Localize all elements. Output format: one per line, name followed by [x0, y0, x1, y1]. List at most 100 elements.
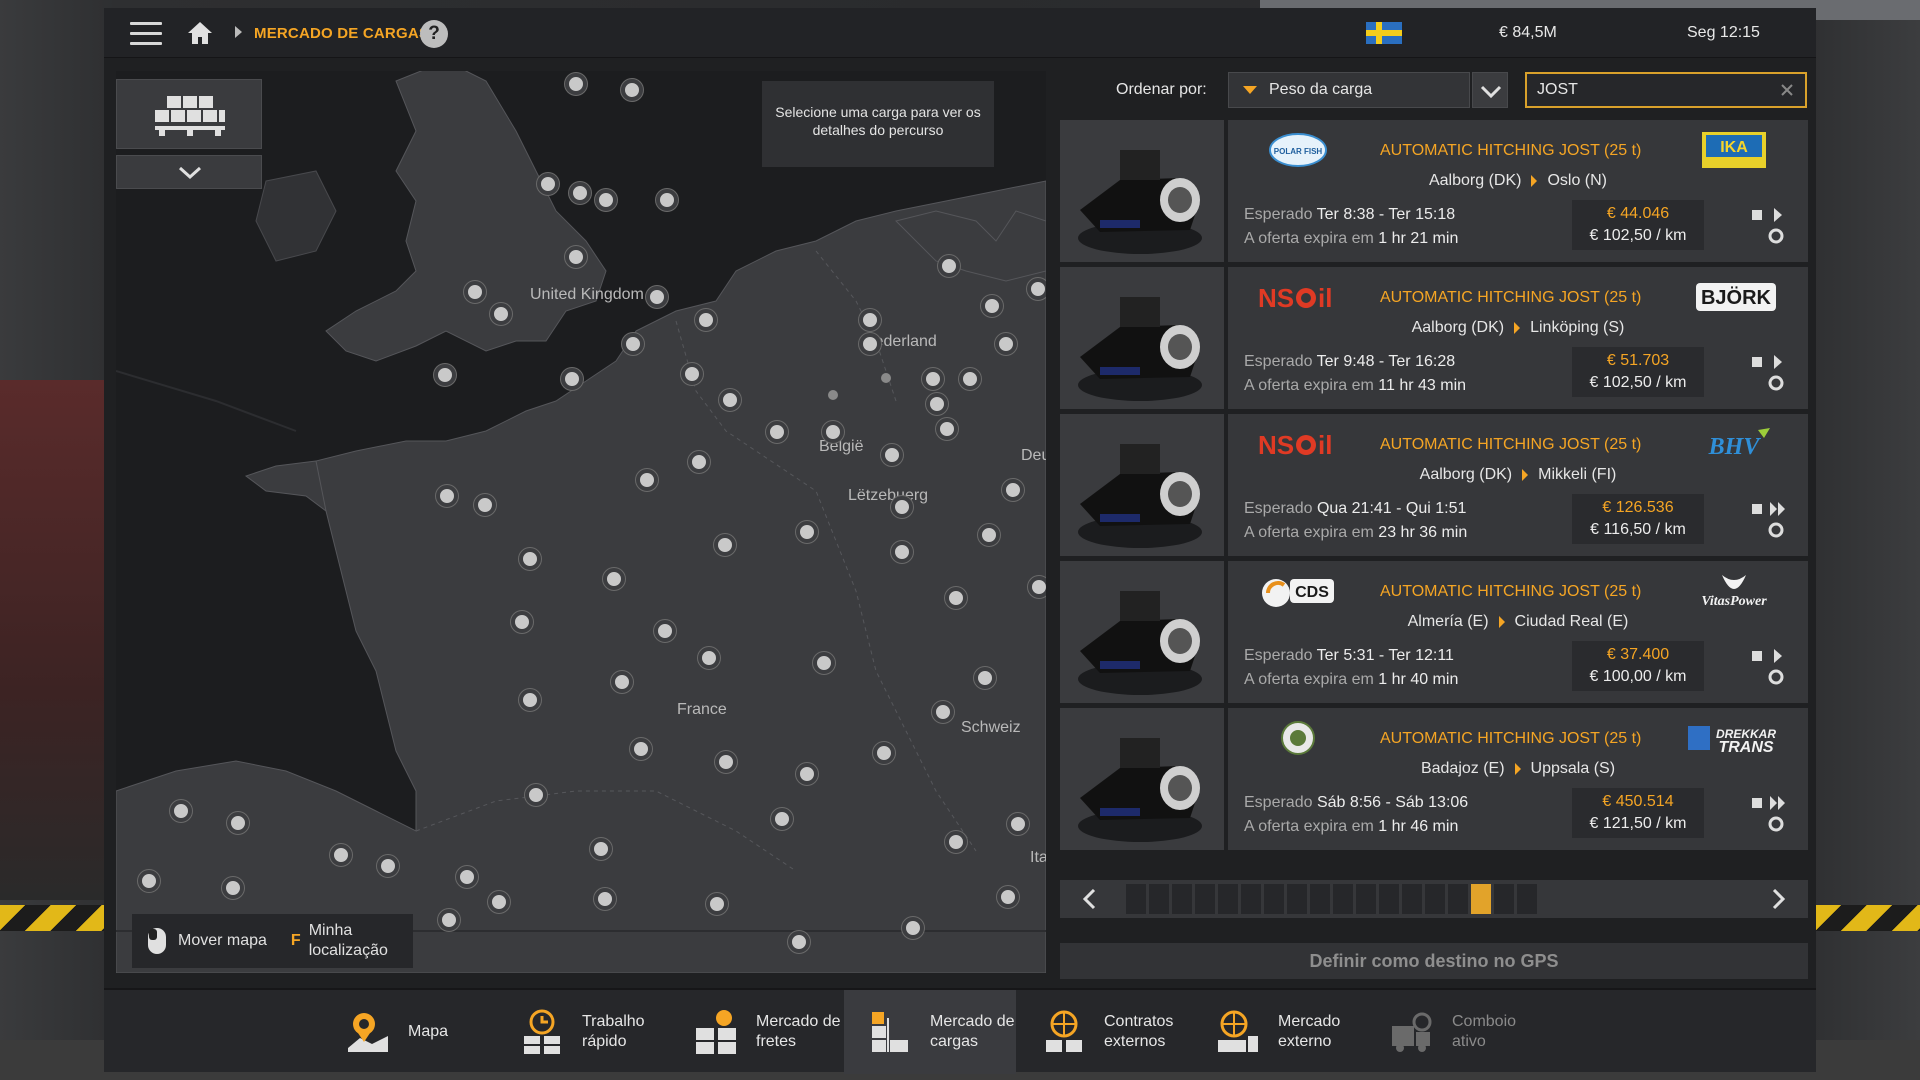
city-pin[interactable]	[796, 763, 818, 785]
city-pin[interactable]	[595, 189, 617, 211]
city-pin[interactable]	[436, 485, 458, 507]
city-pin[interactable]	[959, 368, 981, 390]
city-pin[interactable]	[654, 620, 676, 642]
city-pin[interactable]	[519, 689, 541, 711]
city-pin[interactable]	[945, 587, 967, 609]
sort-dropdown-button[interactable]	[1472, 72, 1508, 108]
city-pin[interactable]	[474, 494, 496, 516]
city-pin[interactable]	[945, 831, 967, 853]
city-pin[interactable]	[170, 800, 192, 822]
city-pin[interactable]	[881, 444, 903, 466]
city-pin[interactable]	[1002, 479, 1024, 501]
city-pin[interactable]	[569, 182, 591, 204]
city-pin[interactable]	[902, 917, 924, 939]
city-pin[interactable]	[891, 496, 913, 518]
help-button[interactable]: ?	[420, 20, 448, 48]
city-pin[interactable]	[926, 393, 948, 415]
page-indicator[interactable]	[1494, 884, 1514, 914]
expand-layers-button[interactable]	[116, 155, 262, 189]
city-pin[interactable]	[488, 891, 510, 913]
city-pin[interactable]	[974, 667, 996, 689]
city-pin[interactable]	[537, 173, 559, 195]
cargo-offer[interactable]: CDS AUTOMATIC HITCHING JOST (25 t) Vitas…	[1060, 561, 1808, 703]
city-pin[interactable]	[796, 521, 818, 543]
city-pin[interactable]	[891, 541, 913, 563]
city-pin[interactable]	[621, 79, 643, 101]
city-pin[interactable]	[519, 548, 541, 570]
city-pin[interactable]	[565, 73, 587, 95]
city-pin[interactable]	[1028, 576, 1046, 598]
city-pin[interactable]	[715, 751, 737, 773]
city-pin[interactable]	[681, 363, 703, 385]
breadcrumb[interactable]: MERCADO DE CARGAS	[254, 25, 429, 42]
world-map[interactable]: United Kingdom Nederland België Lëtzebue…	[116, 71, 1046, 973]
city-pin[interactable]	[978, 524, 1000, 546]
city-pin[interactable]	[788, 931, 810, 953]
city-pin[interactable]	[859, 309, 881, 331]
search-input[interactable]	[1537, 81, 1757, 99]
cargo-offer[interactable]: AUTOMATIC HITCHING JOST (25 t) DREKKAR T…	[1060, 708, 1808, 850]
city-pin[interactable]	[138, 870, 160, 892]
city-pin[interactable]	[525, 784, 547, 806]
page-indicator[interactable]	[1149, 884, 1169, 914]
city-pin[interactable]	[981, 295, 1003, 317]
city-pin[interactable]	[859, 333, 881, 355]
hamburger-menu-icon[interactable]	[130, 22, 162, 46]
page-indicator[interactable]	[1241, 884, 1261, 914]
page-indicator[interactable]	[1517, 884, 1537, 914]
city-pin[interactable]	[222, 877, 244, 899]
city-pin[interactable]	[656, 189, 678, 211]
page-indicator[interactable]	[1379, 884, 1399, 914]
next-page-button[interactable]	[1748, 880, 1808, 918]
city-pin[interactable]	[938, 255, 960, 277]
set-gps-destination-button[interactable]: Definir como destino no GPS	[1060, 943, 1808, 979]
cargo-offer[interactable]: POLAR FISH AUTOMATIC HITCHING JOST (25 t…	[1060, 120, 1808, 262]
city-pin[interactable]	[456, 866, 478, 888]
clear-search-icon[interactable]	[1779, 82, 1795, 98]
city-pin[interactable]	[997, 886, 1019, 908]
city-pin[interactable]	[995, 333, 1017, 355]
city-pin[interactable]	[227, 812, 249, 834]
page-indicator[interactable]	[1310, 884, 1330, 914]
city-pin[interactable]	[922, 368, 944, 390]
city-pin[interactable]	[714, 534, 736, 556]
city-pin[interactable]	[594, 888, 616, 910]
nav-active-convoy[interactable]: Comboio ativo	[1366, 990, 1538, 1074]
city-pin[interactable]	[698, 647, 720, 669]
city-pin[interactable]	[511, 611, 533, 633]
page-indicator[interactable]	[1126, 884, 1146, 914]
page-indicator[interactable]	[1195, 884, 1215, 914]
page-indicator[interactable]	[1287, 884, 1307, 914]
page-indicator[interactable]	[1425, 884, 1445, 914]
nav-map[interactable]: Mapa	[322, 990, 494, 1074]
page-indicator[interactable]	[1402, 884, 1422, 914]
page-indicator[interactable]	[1218, 884, 1238, 914]
cargo-offer[interactable]: NS il AUTOMATIC HITCHING JOST (25 t) BJÖ…	[1060, 267, 1808, 409]
page-indicator[interactable]	[1333, 884, 1353, 914]
city-pin[interactable]	[813, 652, 835, 674]
city-pin[interactable]	[565, 246, 587, 268]
page-indicator[interactable]	[1448, 884, 1468, 914]
city-pin[interactable]	[636, 469, 658, 491]
nav-external-market[interactable]: Mercado externo	[1192, 990, 1364, 1074]
map-layer-button[interactable]	[116, 79, 262, 149]
city-pin[interactable]	[377, 855, 399, 877]
my-location-label[interactable]: Minha localização	[309, 921, 399, 961]
page-indicator[interactable]	[1264, 884, 1284, 914]
page-indicator[interactable]	[1356, 884, 1376, 914]
home-icon[interactable]	[186, 20, 214, 46]
city-pin[interactable]	[706, 893, 728, 915]
page-indicator[interactable]	[1172, 884, 1192, 914]
city-pin[interactable]	[630, 738, 652, 760]
sort-select[interactable]: Peso da carga	[1228, 72, 1470, 108]
city-pin[interactable]	[1027, 278, 1046, 300]
city-pin[interactable]	[822, 421, 844, 443]
nav-quick-job[interactable]: Trabalho rápido	[496, 990, 668, 1074]
nav-external-contracts[interactable]: Contratos externos	[1018, 990, 1190, 1074]
city-pin[interactable]	[1007, 813, 1029, 835]
city-pin[interactable]	[936, 418, 958, 440]
city-pin[interactable]	[719, 389, 741, 411]
city-pin[interactable]	[611, 671, 633, 693]
city-pin[interactable]	[766, 421, 788, 443]
city-pin[interactable]	[688, 451, 710, 473]
